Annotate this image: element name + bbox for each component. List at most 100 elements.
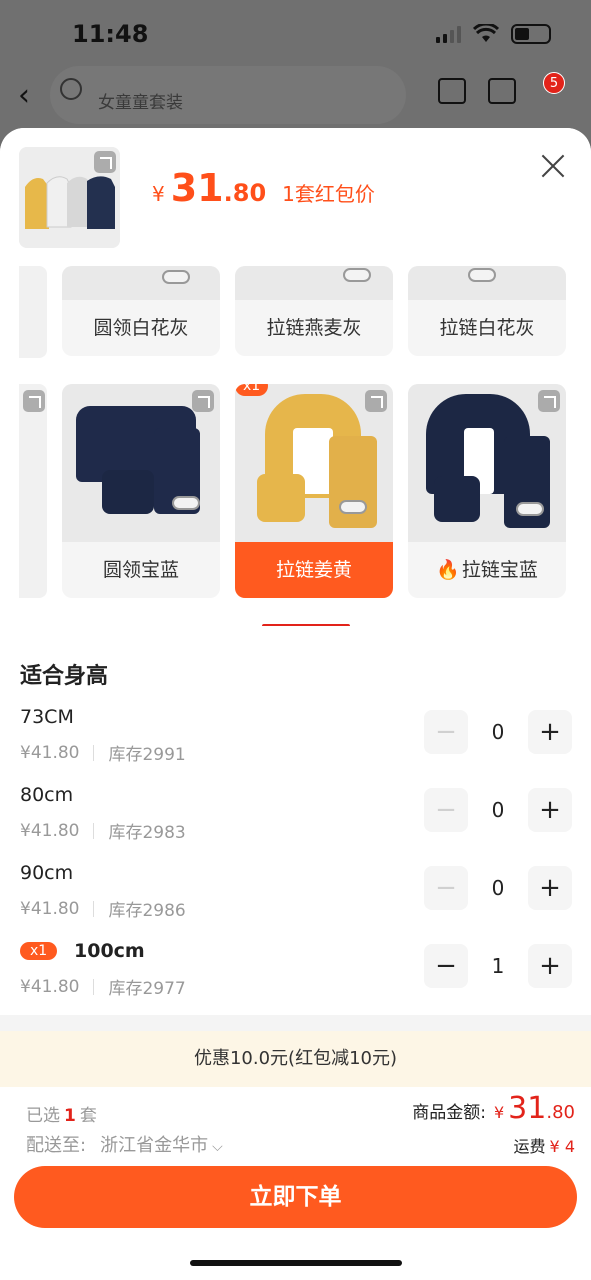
decrease-button[interactable]: − [424,944,468,988]
variant-label: 圆领白花灰 [93,317,189,339]
wifi-icon [473,24,499,42]
size-stock: 库存2977 [108,979,186,999]
variant-card[interactable]: 拉链燕麦灰 [235,266,393,356]
ship-to[interactable]: 配送至: 浙江省金华市 ⌵ [26,1131,223,1157]
variant-label: 拉链白花灰 [439,317,535,339]
variant-card-edge[interactable] [19,384,47,598]
price-currency: ¥ [152,182,165,206]
variant-label: 拉链宝蓝 [461,559,538,581]
total-label: 商品金额: [412,1103,486,1123]
scroll-indicator [262,624,350,626]
size-meta: ¥41.80 库存2986 [20,896,186,922]
size-price: ¥41.80 [20,820,80,841]
selected-count-badge: x1 [235,384,269,396]
decrease-button[interactable]: − [424,866,468,910]
price-decimal: .80 [223,179,267,207]
expand-icon[interactable] [23,390,45,412]
size-row-90cm: 90cm ¥41.80 库存2986 − 0 + [0,862,591,940]
selected-count: 1 [64,1106,76,1126]
search-text: 女童童套装 [98,93,183,113]
variant-card-lalian-baolan[interactable]: 🔥 拉链宝蓝 [408,384,566,598]
total-currency: ¥ [493,1103,505,1122]
size-price: ¥41.80 [20,976,80,997]
ship-label: 配送至: [26,1135,87,1156]
increase-button[interactable]: + [528,788,572,832]
size-stock: 库存2983 [108,823,186,843]
expand-icon[interactable] [94,151,116,173]
status-time: 11:48 [72,20,149,48]
selected-prefix: 已选 [26,1106,60,1126]
total-integer: 31 [508,1091,547,1126]
variant-image [235,384,393,542]
variant-image [62,384,220,542]
chevron-down-icon: ⌵ [212,1139,223,1155]
quantity-value[interactable]: 1 [468,944,528,988]
ship-address: 浙江省金华市 [100,1135,209,1156]
increase-button[interactable]: + [528,866,572,910]
sku-sheet: ¥ 31 .80 1套红包价 圆领白花灰 拉链燕麦灰 拉链白花灰 圆领宝蓝 x1… [0,128,591,1280]
variant-label: 圆领宝蓝 [102,559,179,581]
quantity-value[interactable]: 0 [468,710,528,754]
increase-button[interactable]: + [528,944,572,988]
size-price: ¥41.80 [20,742,80,763]
quantity-value[interactable]: 0 [468,788,528,832]
size-stock: 库存2986 [108,901,186,921]
variant-grid: 圆领白花灰 拉链燕麦灰 拉链白花灰 圆领宝蓝 x1 拉链姜黄 🔥 拉链宝蓝 [0,266,591,626]
expand-icon[interactable] [365,390,387,412]
size-stock: 库存2991 [108,745,186,765]
decrease-button[interactable]: − [424,788,468,832]
freight-label: 运费 [513,1137,546,1156]
decrease-button[interactable]: − [424,710,468,754]
size-name: 80cm [20,784,74,806]
total-amount: 商品金额: ¥ 31 .80 [412,1091,575,1126]
price-tag: 1套红包价 [282,182,375,206]
product-thumbnail[interactable] [19,147,120,248]
variant-label: 拉链燕麦灰 [266,317,362,339]
freight: 运费 ¥ 4 [514,1133,575,1157]
size-name: 73CM [20,706,74,728]
quantity-stepper: − 0 + [424,788,572,832]
variant-label: 拉链姜黄 [235,542,393,598]
variant-card[interactable]: 拉链白花灰 [408,266,566,356]
total-decimal: .80 [546,1102,575,1123]
size-meta: ¥41.80 库存2977 [20,974,186,1000]
size-row-80cm: 80cm ¥41.80 库存2983 − 0 + [0,784,591,862]
size-row-100cm: x1 100cm ¥41.80 库存2977 − 1 + [0,940,591,1018]
freight-value: ¥ 4 [549,1137,575,1156]
size-section-title: 适合身高 [20,664,109,689]
variant-card-lalian-jianghuang[interactable]: x1 拉链姜黄 [235,384,393,598]
variant-image [408,384,566,542]
expand-icon[interactable] [538,390,560,412]
expand-icon[interactable] [192,390,214,412]
cart-icon[interactable] [438,78,466,104]
battery-icon [511,24,551,44]
price: ¥ 31 .80 1套红包价 [152,166,375,210]
quantity-stepper: − 0 + [424,866,572,910]
place-order-button[interactable]: 立即下单 [14,1166,577,1228]
quantity-stepper: − 1 + [424,944,572,988]
increase-button[interactable]: + [528,710,572,754]
fire-icon: 🔥 [436,559,460,581]
search-bar[interactable]: 女童童套装 [50,66,406,124]
order-footer: 已选 1 套 配送至: 浙江省金华市 ⌵ 商品金额: ¥ 31 .80 运费 ¥ 4 立即… [0,1087,591,1280]
variant-card-yuanling-baolan[interactable]: 圆领宝蓝 [62,384,220,598]
size-price: ¥41.80 [20,898,80,919]
back-icon[interactable]: ‹ [18,78,30,113]
selected-suffix: 套 [79,1106,97,1126]
close-icon[interactable] [541,154,565,178]
quantity-stepper: − 0 + [424,710,572,754]
size-name: 100cm [74,940,145,962]
variant-label-row: 🔥 拉链宝蓝 [408,542,566,598]
selected-summary: 已选 1 套 [26,1101,97,1126]
search-icon [60,78,82,100]
home-indicator [190,1260,402,1266]
quantity-value[interactable]: 0 [468,866,528,910]
share-icon[interactable] [488,78,516,104]
size-row-73cm: 73CM ¥41.80 库存2991 − 0 + [0,706,591,784]
notification-badge: 5 [543,72,565,94]
variant-card[interactable]: 圆领白花灰 [62,266,220,356]
size-meta: ¥41.80 库存2991 [20,740,186,766]
background-page: 11:48 ‹ 女童童套装 5 [0,0,591,140]
variant-card-edge[interactable] [19,266,47,358]
size-name: 90cm [20,862,74,884]
